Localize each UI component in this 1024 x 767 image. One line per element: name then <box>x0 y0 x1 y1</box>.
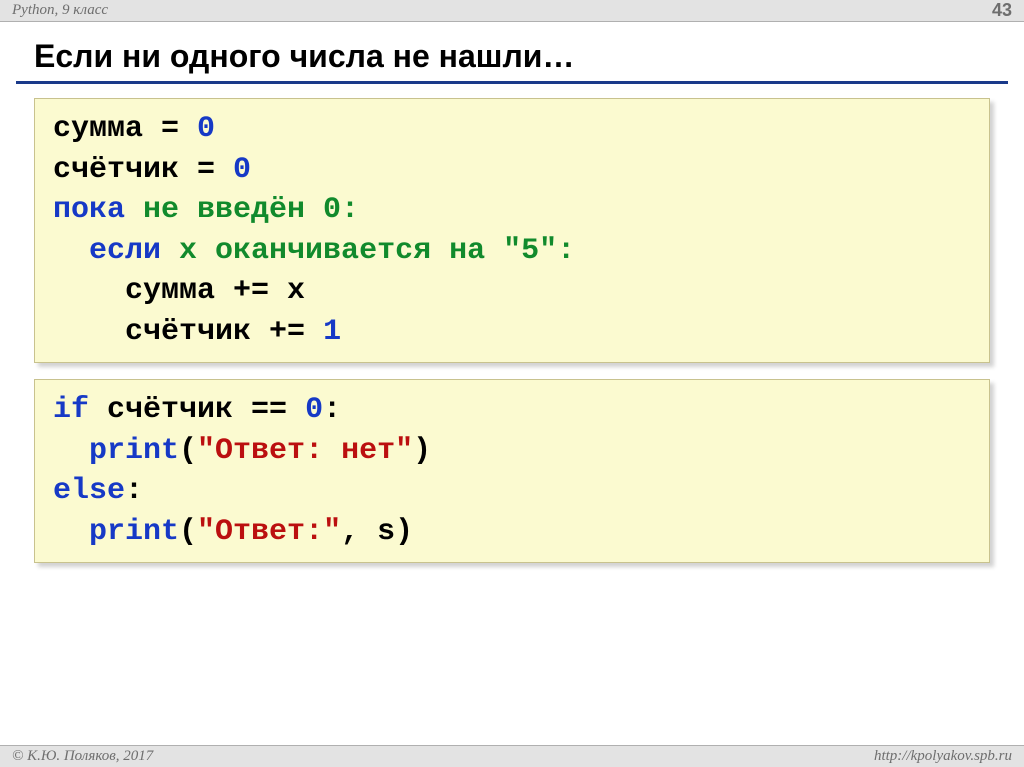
code-string: "Ответ:" <box>197 515 341 549</box>
source-url: http://kpolyakov.spb.ru <box>874 748 1012 765</box>
code-text: , s) <box>341 515 413 549</box>
copyright-label: © К.Ю. Поляков, 2017 <box>12 748 153 765</box>
code-text: ) <box>413 434 431 468</box>
code-keyword: if <box>53 393 89 427</box>
code-text: == <box>233 393 305 427</box>
code-text: : <box>323 393 341 427</box>
code-text: сумма <box>53 112 143 146</box>
code-keyword: если <box>53 234 161 268</box>
code-condition: не введён 0: <box>125 193 359 227</box>
code-number: 0 <box>233 153 251 187</box>
code-keyword: print <box>53 434 179 468</box>
code-text: счётчик <box>53 153 179 187</box>
title-underline <box>16 81 1008 84</box>
code-text: = <box>179 153 233 187</box>
footer-bar: © К.Ю. Поляков, 2017 http://kpolyakov.sp… <box>0 745 1024 767</box>
content-area: сумма = 0 счётчик = 0 пока не введён 0: … <box>0 98 1024 745</box>
code-keyword: else <box>53 474 125 508</box>
code-text: счётчик <box>53 315 251 349</box>
page-number: 43 <box>992 0 1012 21</box>
code-number: 1 <box>323 315 341 349</box>
course-label: Python, 9 класс <box>12 2 108 19</box>
code-text: ( <box>179 515 197 549</box>
code-keyword: print <box>53 515 179 549</box>
code-condition: x оканчивается на "5": <box>161 234 575 268</box>
code-text: счётчик <box>89 393 233 427</box>
code-text: = <box>143 112 197 146</box>
code-text: : <box>125 474 143 508</box>
header-bar: Python, 9 класс 43 <box>0 0 1024 22</box>
code-number: 0 <box>305 393 323 427</box>
code-block-python: if счётчик == 0: print("Ответ: нет") els… <box>34 379 990 563</box>
code-block-pseudocode: сумма = 0 счётчик = 0 пока не введён 0: … <box>34 98 990 363</box>
code-number: 0 <box>197 112 215 146</box>
code-string: "Ответ: нет" <box>197 434 413 468</box>
slide-title: Если ни одного числа не нашли… <box>0 22 1024 81</box>
code-text: += <box>251 315 323 349</box>
code-text: сумма += x <box>53 274 305 308</box>
code-keyword: пока <box>53 193 125 227</box>
code-text: ( <box>179 434 197 468</box>
